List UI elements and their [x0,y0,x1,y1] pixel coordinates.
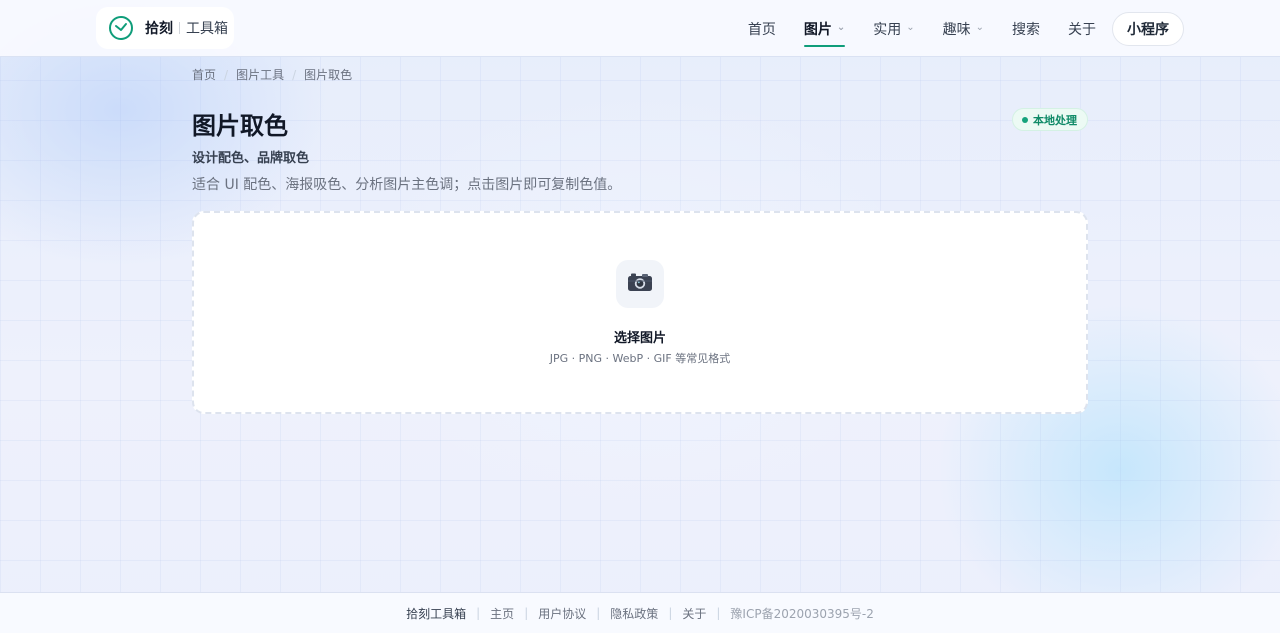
camera-icon [627,271,653,297]
breadcrumb-separator: / [224,67,229,82]
nav-item-label: 图片 [803,21,832,38]
top-header: 拾刻 工具箱 首页 图片 ⌄ 实用 ⌄ 趣味 ⌄ 搜索 关于 小程序 [0,0,1280,57]
nav-item-label: 趣味 [942,21,971,38]
footer-icp-link[interactable]: 豫ICP备2020030395号-2 [730,605,873,622]
footer-link-about[interactable]: 关于 [682,605,706,622]
footer-separator: | [668,606,673,620]
nav-item-search[interactable]: 搜索 [1012,0,1040,57]
page-subtitle: 设计配色、品牌取色 [192,151,310,166]
nav-item-label: 关于 [1068,21,1096,38]
nav-item-label: 搜索 [1012,21,1040,38]
local-processing-badge: 本地处理 [1012,108,1088,131]
camera-icon-container [616,260,664,308]
brand-divider [179,22,180,34]
breadcrumb-separator: / [292,67,297,82]
chevron-down-icon: ⌄ [906,22,915,33]
nav-item-utility[interactable]: 实用 ⌄ [873,0,914,57]
image-upload-dropzone[interactable]: 选择图片 JPG · PNG · WebP · GIF 等常见格式 [192,211,1088,414]
breadcrumb-current: 图片取色 [304,68,353,82]
nav-item-label: 实用 [873,21,902,38]
page-title: 图片取色 [192,112,288,140]
page-description: 适合 UI 配色、海报吸色、分析图片主色调；点击图片即可复制色值。 [192,177,622,193]
footer-brand: 拾刻工具箱 [406,606,467,621]
nav-item-label: 首页 [747,21,776,38]
nav-item-about[interactable]: 关于 [1068,0,1096,57]
breadcrumb-image-tools[interactable]: 图片工具 [236,66,284,83]
brand-subtitle: 工具箱 [186,21,228,37]
choose-image-label: 选择图片 [613,331,666,346]
nav-item-image[interactable]: 图片 ⌄ [803,0,846,57]
footer-separator: | [476,606,481,620]
brand-logo-link[interactable]: 拾刻 工具箱 [96,7,234,49]
breadcrumb-home[interactable]: 首页 [192,66,216,83]
brand-name: 拾刻 [145,21,173,37]
chevron-down-icon: ⌄ [836,22,846,33]
mini-program-button[interactable]: 小程序 [1112,11,1184,46]
breadcrumb: 首页 / 图片工具 / 图片取色 [192,66,352,83]
status-dot-icon [1022,116,1028,123]
footer-link-home[interactable]: 主页 [490,605,514,622]
footer-link-terms[interactable]: 用户协议 [538,605,586,622]
main-nav: 首页 图片 ⌄ 实用 ⌄ 趣味 ⌄ 搜索 关于 小程序 [748,0,1184,57]
nav-item-home[interactable]: 首页 [748,0,776,57]
footer-link-privacy[interactable]: 隐私政策 [610,605,658,622]
clock-logo-icon [108,15,134,41]
chevron-down-icon: ⌄ [975,22,984,33]
footer-separator: | [596,606,601,620]
page-footer: 拾刻工具箱 | 主页 | 用户协议 | 隐私政策 | 关于 | 豫ICP备202… [0,592,1280,633]
badge-label: 本地处理 [1033,113,1077,127]
nav-item-fun[interactable]: 趣味 ⌄ [943,0,984,57]
supported-formats: JPG · PNG · WebP · GIF 等常见格式 [549,352,731,365]
footer-separator: | [524,606,529,620]
footer-separator: | [716,606,721,620]
